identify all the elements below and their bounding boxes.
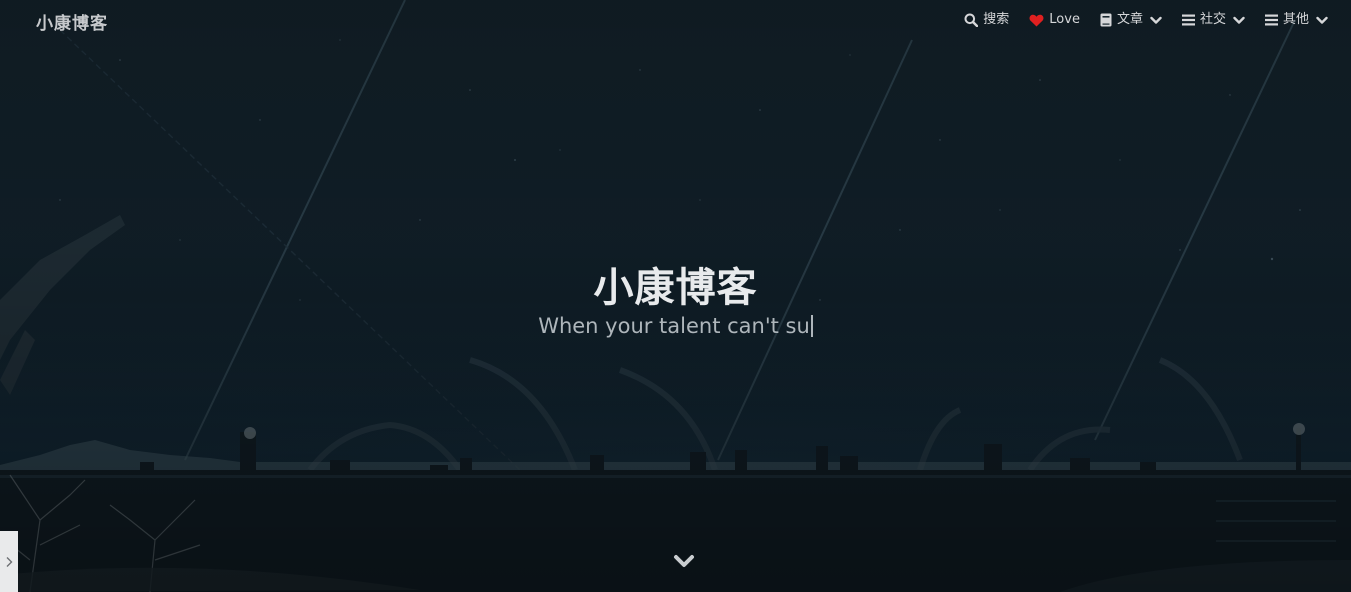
nav-item-label: Love: [1049, 12, 1080, 27]
heart-icon: [1029, 14, 1044, 26]
nav-item-label: 文章: [1116, 12, 1143, 27]
typed-text: When your talent can't su: [538, 314, 810, 338]
search-icon: [964, 13, 979, 27]
nav-item-other[interactable]: 其他: [1264, 10, 1328, 30]
typing-cursor: [810, 315, 813, 337]
nav-item-love[interactable]: Love: [1029, 10, 1080, 30]
chevron-down-icon[interactable]: [673, 553, 695, 571]
nav-item-label: 社交: [1199, 12, 1226, 27]
chevron-down-icon: [1233, 16, 1245, 24]
nav-item-articles[interactable]: 文章: [1100, 10, 1162, 30]
page: 小康博客 搜索 Love 文章 社交 其他 小康博客 When your tal…: [0, 0, 1351, 592]
chevron-right-icon: [6, 556, 13, 567]
list-icon: [1181, 14, 1195, 26]
nav-item-label: 其他: [1282, 12, 1309, 27]
nav-menu: 搜索 Love 文章 社交 其他: [964, 10, 1328, 30]
nav-item-social[interactable]: 社交: [1181, 10, 1245, 30]
sidebar-toggle-button[interactable]: [0, 531, 18, 592]
list-icon: [1264, 14, 1278, 26]
chevron-down-icon: [1150, 16, 1162, 24]
nav-item-search[interactable]: 搜索: [964, 10, 1009, 30]
book-icon: [1100, 13, 1112, 27]
top-navbar: 小康博客 搜索 Love 文章 社交 其他: [0, 0, 1351, 40]
hero-subtitle: When your talent can't su: [0, 314, 1351, 338]
site-brand[interactable]: 小康博客: [36, 9, 108, 34]
nav-item-label: 搜索: [983, 12, 1010, 27]
hero-title: 小康博客: [593, 265, 758, 311]
chevron-down-icon: [1316, 16, 1328, 24]
